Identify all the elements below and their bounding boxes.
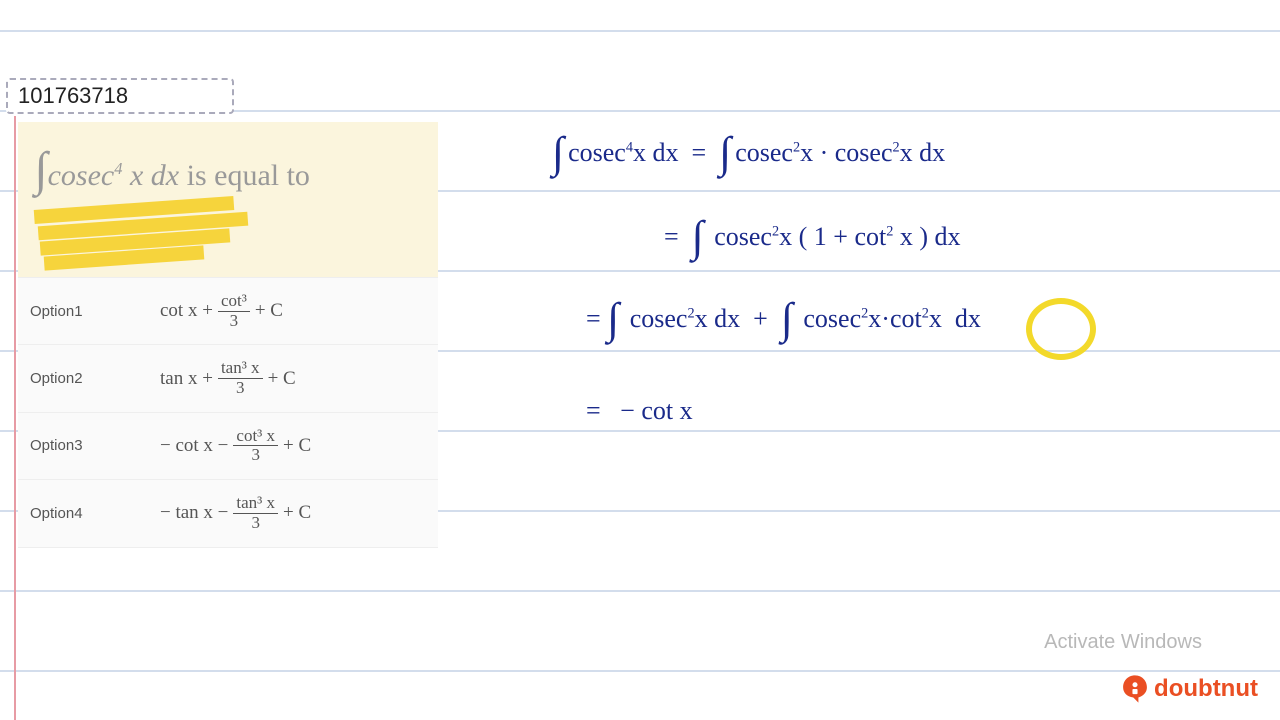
- option-1[interactable]: Option1 cot x + cot³3 + C: [18, 278, 438, 345]
- option-2[interactable]: Option2 tan x + tan³ x3 + C: [18, 345, 438, 412]
- option-label: Option1: [30, 303, 160, 320]
- logo-text: doubtnut: [1154, 675, 1258, 703]
- option-label: Option3: [30, 437, 160, 454]
- question-panel: ∫cosec4 x dx is equal to Option1 cot x +…: [18, 122, 438, 548]
- option-math: tan x + tan³ x3 + C: [160, 359, 296, 397]
- question-box: ∫cosec4 x dx is equal to: [18, 122, 438, 278]
- option-3[interactable]: Option3 − cot x − cot³ x3 + C: [18, 413, 438, 480]
- doubtnut-logo: doubtnut: [1118, 672, 1258, 706]
- logo-icon: [1118, 672, 1152, 706]
- option-math: cot x + cot³3 + C: [160, 292, 283, 330]
- option-4[interactable]: Option4 − tan x − tan³ x3 + C: [18, 480, 438, 547]
- question-id-box: 101763718: [6, 78, 234, 114]
- margin-line: [14, 116, 16, 720]
- option-math: − tan x − tan³ x3 + C: [160, 494, 311, 532]
- handwriting-line-1: ∫cosec4x dx = ∫cosec2x · cosec2x dx: [552, 138, 945, 168]
- yellow-circle-annotation: [1026, 298, 1096, 360]
- option-label: Option4: [30, 505, 160, 522]
- handwriting-line-4: = − cot x: [586, 396, 693, 426]
- question-text: ∫cosec4 x dx is equal to: [34, 159, 309, 192]
- option-label: Option2: [30, 370, 160, 387]
- options-list: Option1 cot x + cot³3 + C Option2 tan x …: [18, 278, 438, 548]
- handwriting-line-3: = ∫ cosec2x dx + ∫ cosec2x·cot2x dx: [586, 304, 981, 334]
- activate-windows-watermark: Activate Windows: [1044, 631, 1202, 654]
- option-math: − cot x − cot³ x3 + C: [160, 427, 311, 465]
- handwriting-line-2: = ∫ cosec2x ( 1 + cot2 x ) dx: [664, 222, 961, 252]
